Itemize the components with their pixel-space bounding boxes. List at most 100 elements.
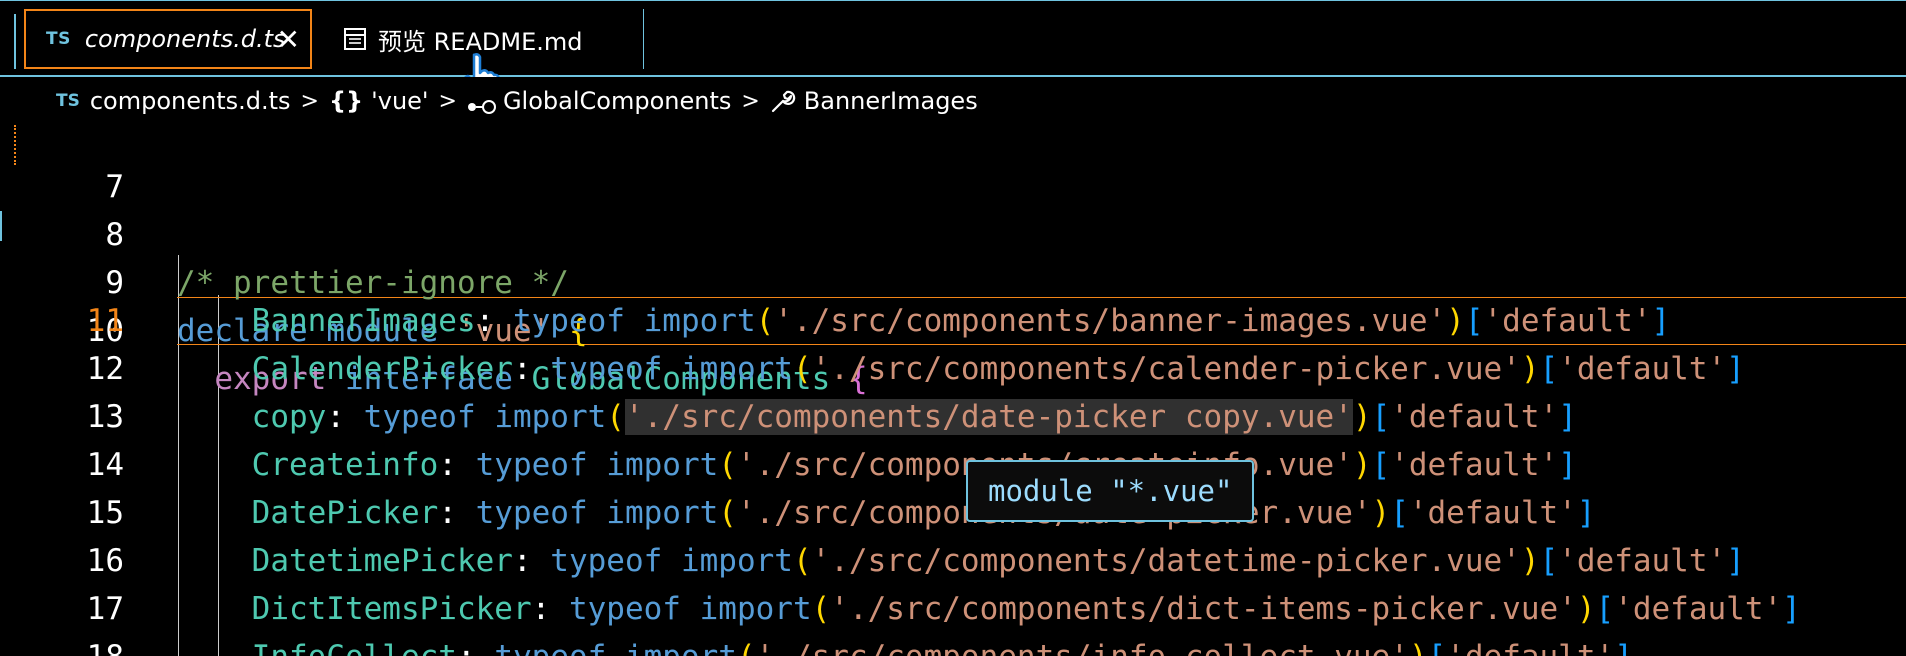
property-name: copy: [251, 399, 327, 435]
code-text: copy: typeof import('./src/components/da…: [177, 393, 1577, 441]
breadcrumb-property-label: BannerImages: [803, 87, 978, 115]
paren: ): [1520, 351, 1540, 387]
tab-components-d-ts[interactable]: TS components.d.ts ✕: [24, 9, 312, 69]
line-number: 13: [86, 399, 124, 435]
property-name: DictItemsPicker: [251, 591, 532, 627]
interface-icon: [467, 93, 497, 114]
paren: ): [1371, 495, 1391, 531]
keyword: import: [606, 447, 719, 483]
keyword: import: [699, 591, 812, 627]
breadcrumb-interface[interactable]: GlobalComponents: [467, 87, 731, 115]
punctuation: :: [531, 591, 551, 627]
paren: (: [811, 591, 831, 627]
keyword: typeof: [550, 351, 663, 387]
code-line: 15 DatePicker: typeof import('./src/comp…: [0, 489, 1906, 537]
code-text: DatetimePicker: typeof import('./src/com…: [177, 537, 1745, 585]
keyword: import: [680, 543, 793, 579]
code-line: 11 BannerImages: typeof import('./src/co…: [0, 297, 1906, 345]
keyword: typeof: [512, 303, 625, 339]
module-braces-icon: {}: [328, 87, 364, 115]
chevron-right-icon: >: [741, 88, 760, 114]
code-text: DictItemsPicker: typeof import('./src/co…: [177, 585, 1801, 633]
code-line: 17 DictItemsPicker: typeof import('./src…: [0, 585, 1906, 633]
breadcrumb-interface-label: GlobalComponents: [502, 87, 732, 115]
preview-icon: [344, 28, 366, 50]
property-name: DatetimePicker: [251, 543, 513, 579]
property-name: Createinfo: [251, 447, 439, 483]
tab-label: 预览 README.md: [378, 27, 583, 56]
paren: (: [718, 495, 737, 531]
bracket: ]: [1782, 591, 1801, 627]
string-literal: './src/components/date-picker copy.vue': [624, 399, 1353, 435]
property-name: CalenderPicker: [251, 351, 513, 387]
bracket: [: [1371, 447, 1391, 483]
punctuation: :: [457, 639, 476, 656]
string-literal: 'default': [1558, 543, 1727, 579]
paren: ): [1409, 639, 1428, 656]
line-number: 12: [86, 351, 124, 387]
property-name: InfoCollect: [252, 639, 457, 656]
paren: (: [718, 447, 737, 483]
line-number: 14: [86, 447, 124, 483]
bracket: [: [1428, 639, 1447, 656]
code-text: BannerImages: typeof import('./src/compo…: [177, 297, 1671, 345]
punctuation: :: [512, 351, 532, 387]
breadcrumb-module[interactable]: {} 'vue': [329, 87, 429, 115]
bracket: [: [1390, 495, 1409, 531]
paren: ): [1352, 447, 1372, 483]
paren: (: [606, 399, 625, 435]
paren: ): [1520, 543, 1540, 579]
typescript-file-icon: TS: [46, 29, 71, 49]
paren: (: [755, 303, 775, 339]
bracket: ]: [1614, 639, 1633, 656]
string-literal: './src/components/banner-images.vue': [774, 303, 1447, 339]
bracket: ]: [1576, 495, 1596, 531]
string-literal: 'default': [1614, 591, 1783, 627]
bracket: ]: [1726, 351, 1745, 387]
keyword: import: [643, 303, 756, 339]
code-line: 8 /* prettier-ignore */: [0, 163, 1906, 301]
property-name: DatePicker: [251, 495, 439, 531]
typescript-file-icon: TS: [56, 91, 80, 111]
punctuation: :: [438, 495, 457, 531]
breadcrumb-file[interactable]: components.d.ts: [90, 87, 291, 115]
line-number: 16: [86, 543, 124, 579]
string-literal: './src/components/dict-items-picker.vue': [830, 591, 1577, 627]
bracket: ]: [1726, 543, 1745, 579]
string-literal: 'default': [1390, 399, 1559, 435]
string-literal: './src/components/info-collect.vue': [756, 639, 1409, 656]
line-number: 18: [0, 633, 124, 656]
breadcrumb-property[interactable]: BannerImages: [770, 87, 978, 115]
wrench-icon: [770, 88, 796, 114]
code-text: CalenderPicker: typeof import('./src/com…: [177, 345, 1745, 393]
paren: ): [1352, 399, 1372, 435]
string-literal: 'default': [1390, 447, 1559, 483]
keyword: typeof: [494, 639, 606, 656]
close-icon[interactable]: ✕: [277, 23, 300, 56]
keyword: typeof: [550, 543, 663, 579]
paren: (: [792, 351, 812, 387]
editor-tab-bar: TS components.d.ts ✕ 预览 README.md: [0, 0, 1906, 99]
punctuation: :: [326, 399, 345, 435]
bracket: ]: [1558, 447, 1577, 483]
keyword: typeof: [568, 591, 681, 627]
code-text: Createinfo: typeof import('./src/compone…: [177, 441, 1577, 489]
code-text: InfoCollect: typeof import('./src/compon…: [177, 633, 1633, 656]
string-literal: './src/components/datetime-picker.vue': [811, 543, 1521, 579]
paren: ): [1446, 303, 1465, 339]
code-line: 13 copy: typeof import('./src/components…: [0, 393, 1906, 441]
chevron-right-icon: >: [438, 88, 457, 114]
code-line: 9 declare module 'vue' {: [0, 211, 1906, 349]
code-line: 14 Createinfo: typeof import('./src/comp…: [0, 441, 1906, 489]
code-editor[interactable]: 7 8 /* prettier-ignore */ 9 declare modu…: [0, 125, 1906, 656]
string-literal: 'default': [1408, 495, 1577, 531]
code-line: 18 InfoCollect: typeof import('./src/com…: [0, 633, 1906, 656]
tab-bar-edge: [14, 14, 16, 69]
paren: ): [1576, 591, 1596, 627]
code-line: 7: [0, 125, 1906, 205]
keyword: typeof: [475, 447, 588, 483]
code-line: 16 DatetimePicker: typeof import('./src/…: [0, 537, 1906, 585]
string-literal: 'default': [1558, 351, 1727, 387]
string-literal: 'default': [1483, 303, 1652, 339]
code-text: DatePicker: typeof import('./src/compone…: [177, 489, 1596, 537]
